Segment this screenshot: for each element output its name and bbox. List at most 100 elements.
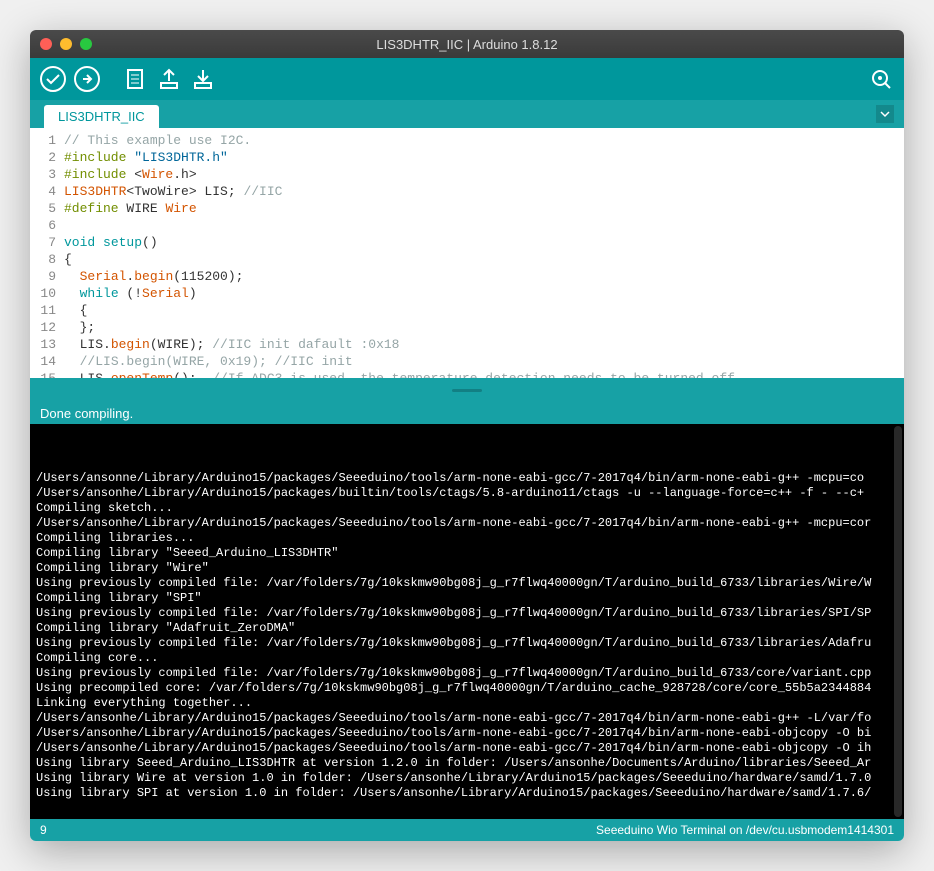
console-line: Using library SPI at version 1.0 in fold…: [36, 786, 898, 801]
console-line: Using previously compiled file: /var/fol…: [36, 576, 898, 591]
verify-button[interactable]: [38, 64, 68, 94]
check-circle-icon: [39, 65, 67, 93]
chevron-down-icon: [880, 109, 890, 119]
console-line: Compiling libraries...: [36, 531, 898, 546]
line-number: 4: [30, 183, 64, 200]
line-number: 9: [30, 268, 64, 285]
console-line: /Users/ansonne/Library/Arduino15/package…: [36, 471, 898, 486]
console-line: Using previously compiled file: /var/fol…: [36, 636, 898, 651]
console-line: /Users/ansonhe/Library/Arduino15/package…: [36, 486, 898, 501]
console-line: Compiling library "SPI": [36, 591, 898, 606]
code-content[interactable]: #include <Wire.h>: [64, 166, 904, 183]
toolbar: [30, 58, 904, 100]
open-sketch-button[interactable]: [154, 64, 184, 94]
console-line: Compiling library "Seeed_Arduino_LIS3DHT…: [36, 546, 898, 561]
code-line[interactable]: 12 };: [30, 319, 904, 336]
console-line: Using library Seeed_Arduino_LIS3DHTR at …: [36, 756, 898, 771]
console-line: Compiling library "Adafruit_ZeroDMA": [36, 621, 898, 636]
code-content[interactable]: void setup(): [64, 234, 904, 251]
console-line: Compiling core...: [36, 651, 898, 666]
line-number: 12: [30, 319, 64, 336]
code-editor[interactable]: 1// This example use I2C.2#include "LIS3…: [30, 128, 904, 378]
sketch-tab[interactable]: LIS3DHTR_IIC: [44, 105, 159, 128]
arrow-right-circle-icon: [73, 65, 101, 93]
console-line: /Users/ansonhe/Library/Arduino15/package…: [36, 516, 898, 531]
cursor-position: 9: [40, 823, 47, 837]
minimize-window-button[interactable]: [60, 38, 72, 50]
console-line: Using precompiled core: /var/folders/7g/…: [36, 681, 898, 696]
code-content[interactable]: {: [64, 302, 904, 319]
console-line: /Users/ansonhe/Library/Arduino15/package…: [36, 711, 898, 726]
serial-monitor-button[interactable]: [866, 64, 896, 94]
save-sketch-button[interactable]: [188, 64, 218, 94]
line-number: 6: [30, 217, 64, 234]
code-content[interactable]: LIS3DHTR<TwoWire> LIS; //IIC: [64, 183, 904, 200]
console-line: Compiling library "Wire": [36, 561, 898, 576]
code-content[interactable]: LIS.begin(WIRE); //IIC init dafault :0x1…: [64, 336, 904, 353]
code-content[interactable]: };: [64, 319, 904, 336]
titlebar: LIS3DHTR_IIC | Arduino 1.8.12: [30, 30, 904, 58]
status-message: Done compiling.: [40, 406, 133, 421]
code-line[interactable]: 6: [30, 217, 904, 234]
console-output[interactable]: /Users/ansonne/Library/Arduino15/package…: [30, 424, 904, 819]
code-content[interactable]: #define WIRE Wire: [64, 200, 904, 217]
window-title: LIS3DHTR_IIC | Arduino 1.8.12: [376, 37, 557, 52]
close-window-button[interactable]: [40, 38, 52, 50]
line-number: 14: [30, 353, 64, 370]
tab-bar: LIS3DHTR_IIC: [30, 100, 904, 128]
code-content[interactable]: [64, 217, 904, 234]
code-content[interactable]: #include "LIS3DHTR.h": [64, 149, 904, 166]
code-line[interactable]: 3#include <Wire.h>: [30, 166, 904, 183]
console-line: /Users/ansonhe/Library/Arduino15/package…: [36, 726, 898, 741]
board-port-info: Seeeduino Wio Terminal on /dev/cu.usbmod…: [596, 823, 894, 837]
arrow-up-icon: [155, 65, 183, 93]
footer-bar: 9 Seeeduino Wio Terminal on /dev/cu.usbm…: [30, 819, 904, 841]
line-number: 11: [30, 302, 64, 319]
console-line: /Users/ansonhe/Library/Arduino15/package…: [36, 741, 898, 756]
line-number: 3: [30, 166, 64, 183]
status-bar: Done compiling.: [30, 402, 904, 424]
code-line[interactable]: 4LIS3DHTR<TwoWire> LIS; //IIC: [30, 183, 904, 200]
new-sketch-button[interactable]: [120, 64, 150, 94]
line-number: 15: [30, 370, 64, 378]
line-number: 5: [30, 200, 64, 217]
zoom-window-button[interactable]: [80, 38, 92, 50]
arrow-down-icon: [189, 65, 217, 93]
code-line[interactable]: 5#define WIRE Wire: [30, 200, 904, 217]
console-line: Using previously compiled file: /var/fol…: [36, 606, 898, 621]
code-line[interactable]: 14 //LIS.begin(WIRE, 0x19); //IIC init: [30, 353, 904, 370]
code-line[interactable]: 7void setup(): [30, 234, 904, 251]
console-line: Linking everything together...: [36, 696, 898, 711]
code-line[interactable]: 15 LIS.openTemp(); //If ADC3 is used, th…: [30, 370, 904, 378]
line-number: 8: [30, 251, 64, 268]
code-content[interactable]: // This example use I2C.: [64, 132, 904, 149]
console-line: Using previously compiled file: /var/fol…: [36, 666, 898, 681]
line-number: 13: [30, 336, 64, 353]
line-number: 10: [30, 285, 64, 302]
line-number: 1: [30, 132, 64, 149]
code-line[interactable]: 8{: [30, 251, 904, 268]
code-line[interactable]: 9 Serial.begin(115200);: [30, 268, 904, 285]
line-number: 7: [30, 234, 64, 251]
pane-divider[interactable]: [30, 378, 904, 402]
code-content[interactable]: Serial.begin(115200);: [64, 268, 904, 285]
code-content[interactable]: //LIS.begin(WIRE, 0x19); //IIC init: [64, 353, 904, 370]
code-line[interactable]: 1// This example use I2C.: [30, 132, 904, 149]
code-content[interactable]: LIS.openTemp(); //If ADC3 is used, the t…: [64, 370, 904, 378]
file-icon: [121, 65, 149, 93]
line-number: 2: [30, 149, 64, 166]
tab-menu-button[interactable]: [876, 105, 894, 123]
code-content[interactable]: while (!Serial): [64, 285, 904, 302]
code-line[interactable]: 13 LIS.begin(WIRE); //IIC init dafault :…: [30, 336, 904, 353]
code-line[interactable]: 2#include "LIS3DHTR.h": [30, 149, 904, 166]
serial-monitor-icon: [867, 65, 895, 93]
console-line: Using library Wire at version 1.0 in fol…: [36, 771, 898, 786]
console-line: Compiling sketch...: [36, 501, 898, 516]
console-scrollbar[interactable]: [894, 426, 902, 817]
app-window: LIS3DHTR_IIC | Arduino 1.8.12 LIS3DHTR_I…: [30, 30, 904, 841]
code-content[interactable]: {: [64, 251, 904, 268]
code-line[interactable]: 10 while (!Serial): [30, 285, 904, 302]
window-controls: [40, 38, 92, 50]
code-line[interactable]: 11 {: [30, 302, 904, 319]
upload-button[interactable]: [72, 64, 102, 94]
